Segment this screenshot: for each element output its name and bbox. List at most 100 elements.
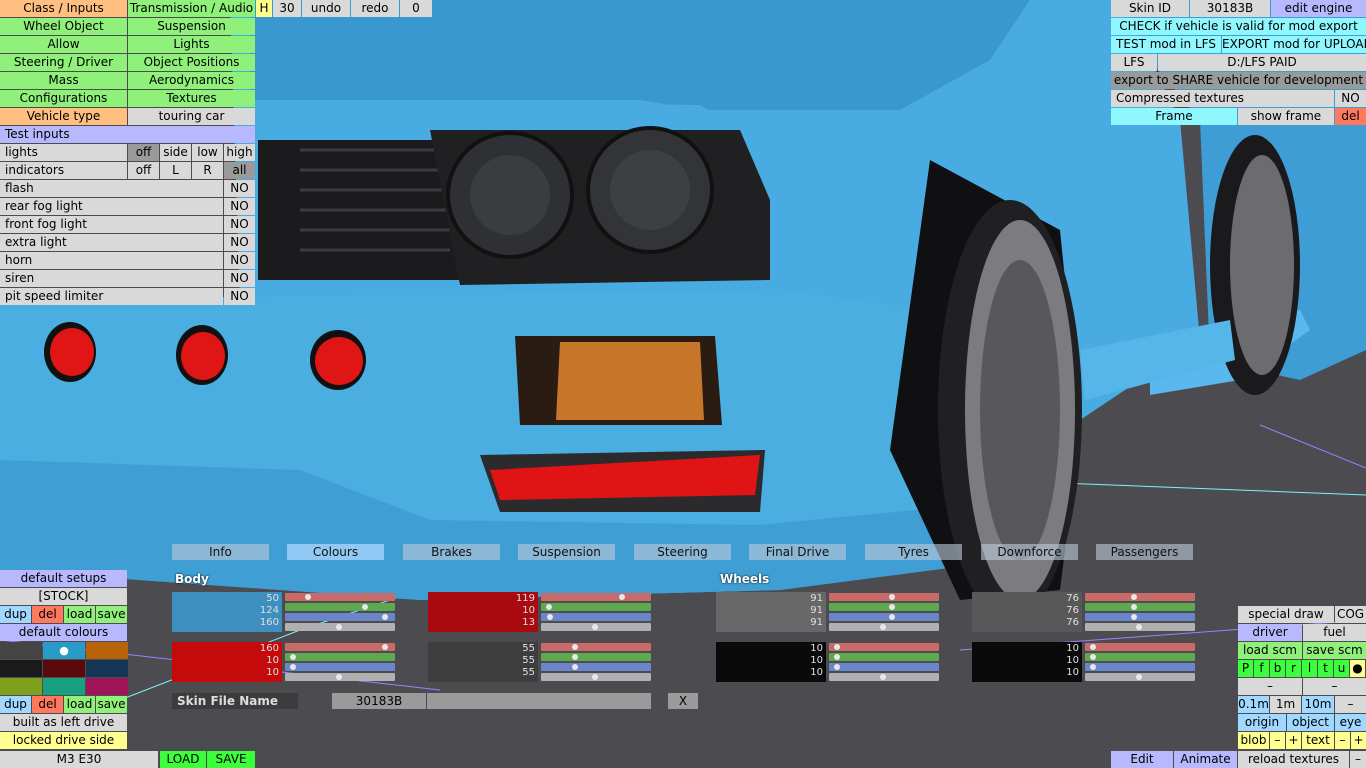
menu-transmission-audio[interactable]: Transmission / Audio: [128, 0, 255, 17]
red-slider[interactable]: [541, 643, 651, 651]
view-letter-button[interactable]: t: [1318, 660, 1333, 677]
undo-button[interactable]: undo: [302, 0, 350, 17]
origin-button[interactable]: origin: [1238, 714, 1286, 731]
alpha-slider[interactable]: [1085, 623, 1195, 631]
menu-object-positions[interactable]: Object Positions: [128, 54, 255, 71]
load-button[interactable]: LOAD: [160, 751, 206, 768]
menu-wheel-object[interactable]: Wheel Object: [0, 18, 127, 35]
locked-drive-side-toggle[interactable]: locked drive side: [0, 732, 127, 749]
skin-file-name-input[interactable]: [427, 693, 651, 709]
menu-textures[interactable]: Textures: [128, 90, 255, 107]
tab-steering[interactable]: Steering: [634, 544, 731, 560]
palette-swatch[interactable]: [43, 678, 85, 695]
red-slider[interactable]: [285, 593, 395, 601]
slider-handle[interactable]: [1131, 604, 1137, 610]
slider-handle[interactable]: [572, 654, 578, 660]
palette-swatch[interactable]: [0, 642, 42, 659]
slider-handle[interactable]: [1136, 624, 1142, 630]
cog-button[interactable]: COG: [1335, 606, 1366, 623]
red-slider[interactable]: [829, 593, 939, 601]
indicators-left[interactable]: L: [160, 162, 191, 179]
slider-handle[interactable]: [889, 604, 895, 610]
extra-light-toggle[interactable]: NO: [224, 234, 255, 251]
slider-handle[interactable]: [336, 624, 342, 630]
export-mod-button[interactable]: EXPORT mod for UPLOAD: [1222, 36, 1366, 53]
value-30[interactable]: 30: [273, 0, 301, 17]
slider-handle[interactable]: [880, 674, 886, 680]
redo-button[interactable]: redo: [351, 0, 399, 17]
minus-left-button[interactable]: –: [1238, 678, 1302, 695]
green-slider[interactable]: [1085, 603, 1195, 611]
green-slider[interactable]: [829, 603, 939, 611]
reload-textures-button[interactable]: reload textures: [1238, 751, 1349, 768]
eye-button[interactable]: eye: [1335, 714, 1366, 731]
h-toggle[interactable]: H: [256, 0, 272, 17]
distance-0-1m[interactable]: 0.1m: [1238, 696, 1269, 713]
slider-handle[interactable]: [290, 664, 296, 670]
menu-class-inputs[interactable]: Class / Inputs: [0, 0, 127, 17]
slider-handle[interactable]: [889, 594, 895, 600]
red-slider[interactable]: [541, 593, 651, 601]
export-share-button[interactable]: export to SHARE vehicle for development: [1111, 72, 1366, 89]
tab-colours[interactable]: Colours: [287, 544, 384, 560]
colour-swatch[interactable]: 91 91 91: [716, 592, 826, 632]
blue-slider[interactable]: [829, 663, 939, 671]
load-scm-button[interactable]: load scm: [1238, 642, 1302, 659]
palette-swatch[interactable]: [0, 678, 42, 695]
show-frame-button[interactable]: show frame: [1238, 108, 1334, 125]
palette-swatch[interactable]: [86, 642, 128, 659]
slider-handle[interactable]: [305, 594, 311, 600]
check-valid-button[interactable]: CHECK if vehicle is valid for mod export: [1111, 18, 1366, 35]
palette-swatch[interactable]: [86, 678, 128, 695]
reload-dash-button[interactable]: –: [1350, 751, 1366, 768]
slider-handle[interactable]: [382, 614, 388, 620]
tab-suspension[interactable]: Suspension: [518, 544, 615, 560]
alpha-slider[interactable]: [541, 623, 651, 631]
setup-dup-button[interactable]: dup: [0, 606, 31, 623]
green-slider[interactable]: [285, 653, 395, 661]
driver-button[interactable]: driver: [1238, 624, 1302, 641]
indicators-right[interactable]: R: [192, 162, 223, 179]
distance-1m[interactable]: 1m: [1270, 696, 1301, 713]
view-letter-button[interactable]: l: [1302, 660, 1317, 677]
colour-swatch[interactable]: 160 10 10: [172, 642, 282, 682]
slider-handle[interactable]: [834, 664, 840, 670]
tab-info[interactable]: Info: [172, 544, 269, 560]
palette-swatch[interactable]: ●: [43, 642, 85, 659]
blob-plus-button[interactable]: +: [1286, 732, 1301, 749]
fuel-button[interactable]: fuel: [1303, 624, 1366, 641]
blue-slider[interactable]: [285, 613, 395, 621]
object-button[interactable]: object: [1287, 714, 1334, 731]
blue-slider[interactable]: [285, 663, 395, 671]
slider-handle[interactable]: [619, 594, 625, 600]
slider-handle[interactable]: [362, 604, 368, 610]
slider-handle[interactable]: [547, 614, 553, 620]
setup-load-button[interactable]: load: [64, 606, 95, 623]
lights-off[interactable]: off: [128, 144, 159, 161]
colours-dup-button[interactable]: dup: [0, 696, 31, 713]
zero-button[interactable]: 0: [400, 0, 432, 17]
car-name-field[interactable]: M3 E30: [0, 751, 158, 768]
tab-passengers[interactable]: Passengers: [1096, 544, 1193, 560]
view-letter-button[interactable]: ●: [1350, 660, 1365, 677]
skin-id-value[interactable]: 30183B: [1190, 0, 1270, 17]
lights-high[interactable]: high: [224, 144, 255, 161]
menu-mass[interactable]: Mass: [0, 72, 127, 89]
skin-file-clear-button[interactable]: X: [668, 693, 698, 709]
red-slider[interactable]: [1085, 643, 1195, 651]
blob-button[interactable]: blob: [1238, 732, 1269, 749]
test-mod-button[interactable]: TEST mod in LFS: [1111, 36, 1221, 53]
view-letter-button[interactable]: f: [1254, 660, 1269, 677]
red-slider[interactable]: [1085, 593, 1195, 601]
colour-swatch[interactable]: 10 10 10: [716, 642, 826, 682]
menu-configurations[interactable]: Configurations: [0, 90, 127, 107]
siren-toggle[interactable]: NO: [224, 270, 255, 287]
vehicle-type-select[interactable]: touring car: [128, 108, 255, 125]
slider-handle[interactable]: [382, 644, 388, 650]
slider-handle[interactable]: [889, 614, 895, 620]
slider-handle[interactable]: [290, 654, 296, 660]
alpha-slider[interactable]: [829, 673, 939, 681]
tab-downforce[interactable]: Downforce: [981, 544, 1078, 560]
menu-suspension[interactable]: Suspension: [128, 18, 255, 35]
slider-handle[interactable]: [1136, 674, 1142, 680]
